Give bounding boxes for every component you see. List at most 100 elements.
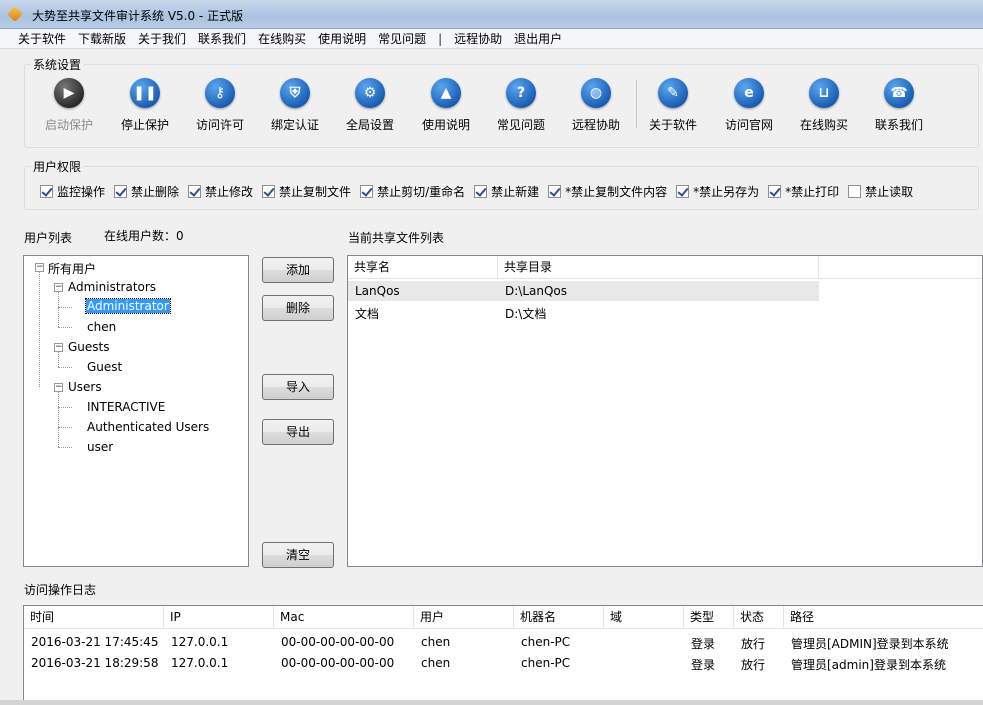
log-col-ip[interactable]: IP	[164, 606, 274, 629]
share-list[interactable]: 共享名 共享目录 LanQos D:\LanQos 文档 D:\文档	[347, 255, 983, 567]
tree-root[interactable]: 所有用户	[48, 260, 96, 277]
log-cell-ip[interactable]: 127.0.0.1	[171, 635, 228, 649]
perm-no-cut-rename[interactable]: 禁止剪切/重命名	[360, 183, 465, 200]
menu-logout[interactable]: 退出用户	[508, 30, 568, 47]
perm-no-read[interactable]: 禁止读取	[848, 183, 913, 200]
perm-no-create[interactable]: 禁止新建	[474, 183, 539, 200]
about-software-label: 关于软件	[648, 118, 697, 132]
log-cell-user[interactable]: chen	[421, 635, 450, 649]
perm-no-save-as[interactable]: *禁止另存为	[676, 183, 759, 200]
log-col-domain[interactable]: 域	[604, 606, 684, 629]
perm-monitor[interactable]: 监控操作	[40, 183, 105, 200]
global-settings-button[interactable]: ⚙ 全局设置	[332, 78, 408, 133]
perm-no-copy-content[interactable]: *禁止复制文件内容	[548, 183, 667, 200]
log-cell-time[interactable]: 2016-03-21 18:29:58	[31, 656, 158, 670]
user-tree[interactable]: − 所有用户 − Administrators Administrator ch…	[23, 255, 249, 567]
stop-protection-button[interactable]: ❚❚ 停止保护	[107, 78, 183, 133]
collapse-toggle[interactable]: −	[54, 383, 63, 392]
buy-online-button[interactable]: ⊔ 在线购买	[786, 78, 862, 133]
log-col-mac[interactable]: Mac	[274, 606, 414, 629]
tree-user-administrator[interactable]: Administrator	[85, 298, 171, 314]
perm-no-copy-file[interactable]: 禁止复制文件	[262, 183, 351, 200]
menu-buy[interactable]: 在线购买	[252, 30, 312, 47]
menu-faq[interactable]: 常见问题	[372, 30, 432, 47]
tree-line	[58, 327, 72, 328]
log-col-status[interactable]: 状态	[734, 606, 784, 629]
tree-user-authenticated[interactable]: Authenticated Users	[87, 420, 209, 434]
share-row-dir[interactable]: D:\LanQos	[505, 284, 567, 298]
tree-user-user[interactable]: user	[87, 440, 113, 454]
log-col-type[interactable]: 类型	[684, 606, 734, 629]
perm-no-delete[interactable]: 禁止删除	[114, 183, 179, 200]
perm-label: *禁止复制文件内容	[565, 185, 668, 199]
log-col-user[interactable]: 用户	[414, 606, 514, 629]
log-cell-mac[interactable]: 00-00-00-00-00-00	[281, 635, 394, 649]
checkbox[interactable]	[40, 185, 53, 198]
gear-icon: ⚙	[355, 78, 385, 108]
checkbox[interactable]	[262, 185, 276, 198]
export-button[interactable]: 导出	[262, 419, 334, 445]
tree-user-chen[interactable]: chen	[87, 320, 116, 334]
menu-about-us[interactable]: 关于我们	[132, 30, 192, 47]
log-cell-status[interactable]: 放行	[741, 635, 765, 652]
log-cell-status[interactable]: 放行	[741, 656, 765, 673]
log-cell-time[interactable]: 2016-03-21 17:45:45	[31, 635, 158, 649]
tree-user-interactive[interactable]: INTERACTIVE	[87, 400, 165, 414]
visit-website-button[interactable]: e 访问官网	[711, 78, 787, 133]
perm-no-print[interactable]: *禁止打印	[768, 183, 839, 200]
checkbox[interactable]	[676, 185, 690, 198]
checkbox[interactable]	[768, 185, 782, 198]
checkbox[interactable]	[360, 185, 374, 198]
tree-group-users[interactable]: Users	[68, 380, 102, 394]
faq-button[interactable]: ? 常见问题	[483, 78, 559, 133]
about-software-button[interactable]: ✎ 关于软件	[635, 78, 711, 133]
checkbox[interactable]	[114, 185, 128, 198]
clear-button[interactable]: 清空	[262, 542, 334, 568]
tree-line	[58, 407, 72, 408]
tree-group-guests[interactable]: Guests	[68, 340, 110, 354]
contact-us-button[interactable]: ☎ 联系我们	[861, 78, 937, 133]
menu-manual[interactable]: 使用说明	[312, 30, 372, 47]
log-cell-machine[interactable]: chen-PC	[521, 635, 570, 649]
checkbox[interactable]	[848, 185, 862, 198]
import-button[interactable]: 导入	[262, 374, 334, 400]
manual-button[interactable]: ▲ 使用说明	[408, 78, 484, 133]
add-button[interactable]: 添加	[262, 257, 334, 283]
start-protection-button[interactable]: ▶ 启动保护	[31, 78, 107, 133]
access-log-list[interactable]: 时间 IP Mac 用户 机器名 域 类型 状态 路径 2016-03-21 1…	[23, 605, 983, 701]
checkbox[interactable]	[188, 185, 202, 198]
perm-no-modify[interactable]: 禁止修改	[188, 183, 253, 200]
col-header-share-dir[interactable]: 共享目录	[498, 256, 819, 279]
log-cell-mac[interactable]: 00-00-00-00-00-00	[281, 656, 394, 670]
log-cell-machine[interactable]: chen-PC	[521, 656, 570, 670]
col-header-share-name[interactable]: 共享名	[348, 256, 498, 279]
tree-group-administrators[interactable]: Administrators	[68, 280, 156, 294]
remote-help-button[interactable]: ◍ 远程协助	[558, 78, 634, 133]
share-row-dir[interactable]: D:\文档	[505, 305, 546, 322]
log-cell-user[interactable]: chen	[421, 656, 450, 670]
collapse-toggle[interactable]: −	[35, 263, 44, 272]
bind-auth-button[interactable]: ⛨ 绑定认证	[257, 78, 333, 133]
log-cell-path[interactable]: 管理员[ADMIN]登录到本系统	[791, 635, 949, 652]
menu-download[interactable]: 下载新版	[72, 30, 132, 47]
tree-user-guest[interactable]: Guest	[87, 360, 122, 374]
log-cell-path[interactable]: 管理员[admin]登录到本系统	[791, 656, 946, 673]
share-row-name[interactable]: LanQos	[355, 284, 400, 298]
log-col-path[interactable]: 路径	[784, 606, 983, 629]
log-cell-ip[interactable]: 127.0.0.1	[171, 656, 228, 670]
log-col-machine[interactable]: 机器名	[514, 606, 604, 629]
delete-button[interactable]: 删除	[262, 295, 334, 321]
menu-about-software[interactable]: 关于软件	[0, 30, 72, 47]
checkbox[interactable]	[474, 185, 488, 198]
collapse-toggle[interactable]: −	[54, 343, 63, 352]
share-row-name[interactable]: 文档	[355, 305, 379, 322]
log-cell-type[interactable]: 登录	[691, 656, 715, 673]
log-col-time[interactable]: 时间	[24, 606, 164, 629]
collapse-toggle[interactable]: −	[54, 283, 63, 292]
menu-contact[interactable]: 联系我们	[192, 30, 252, 47]
menu-remote-help[interactable]: 远程协助	[448, 30, 508, 47]
log-cell-type[interactable]: 登录	[691, 635, 715, 652]
access-permission-button[interactable]: ⚷ 访问许可	[182, 78, 258, 133]
checkbox[interactable]	[548, 185, 562, 198]
access-log-label: 访问操作日志	[24, 583, 97, 597]
